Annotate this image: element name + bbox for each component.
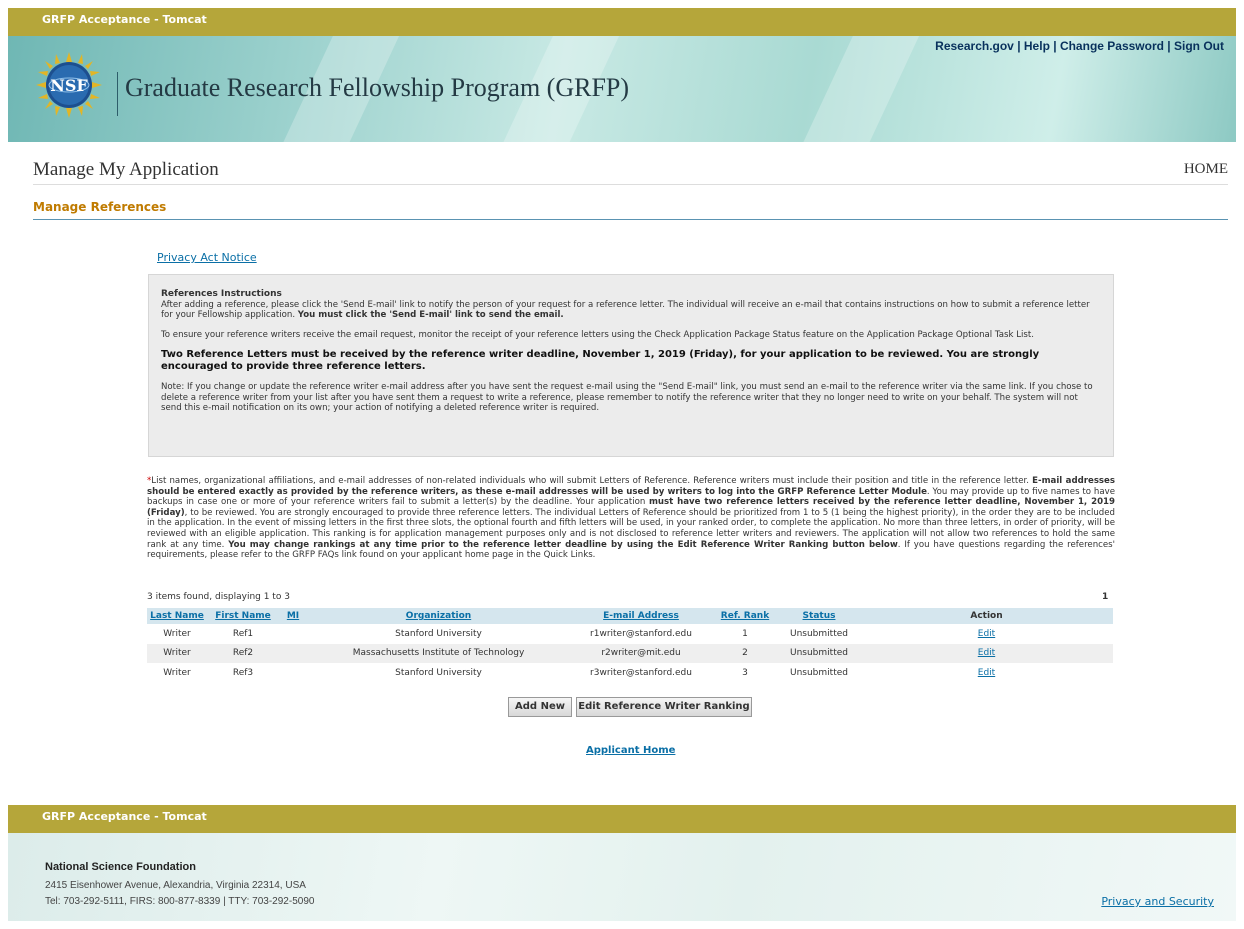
environment-bar-top: GRFP Acceptance - Tomcat bbox=[8, 8, 1236, 36]
logo-text: NSF bbox=[50, 76, 88, 95]
divider bbox=[33, 184, 1228, 185]
column-header-last-name[interactable]: Last Name bbox=[147, 608, 207, 624]
column-header-email[interactable]: E-mail Address bbox=[570, 608, 712, 624]
page-number[interactable]: 1 bbox=[1102, 592, 1108, 602]
cell-mi bbox=[279, 624, 307, 644]
cell-ref-rank: 3 bbox=[742, 667, 748, 678]
cell-action: Edit bbox=[860, 643, 1113, 663]
table-row: Writer Ref2 Massachusetts Institute of T… bbox=[147, 643, 1113, 663]
cell-last-name: Writer bbox=[163, 667, 191, 678]
footer-phones: Tel: 703-292-5111, FIRS: 800-877-8339 | … bbox=[45, 896, 315, 907]
instructions-paragraph-1: After adding a reference, please click t… bbox=[161, 299, 1090, 321]
cell-organization: Stanford University bbox=[395, 628, 482, 639]
cell-ref-rank: 2 bbox=[712, 643, 778, 663]
footer: National Science Foundation 2415 Eisenho… bbox=[8, 833, 1236, 921]
divider bbox=[33, 219, 1228, 220]
sign-out-link[interactable]: Sign Out bbox=[1174, 39, 1224, 53]
footer-org-name: National Science Foundation bbox=[45, 861, 196, 873]
items-count: 3 items found, displaying 1 to 3 bbox=[147, 592, 290, 602]
column-header-action: Action bbox=[860, 608, 1113, 624]
edit-link[interactable]: Edit bbox=[978, 668, 995, 678]
cell-email: r3writer@stanford.edu bbox=[590, 667, 692, 678]
page-title: Manage My Application bbox=[33, 159, 219, 180]
help-link[interactable]: Help bbox=[1024, 39, 1050, 53]
cell-status: Unsubmitted bbox=[790, 667, 848, 678]
logo-divider bbox=[117, 72, 118, 116]
applicant-home-link[interactable]: Applicant Home bbox=[586, 745, 675, 756]
home-link[interactable]: HOME bbox=[1184, 161, 1228, 178]
footer-street: 2415 Eisenhower Avenue, Alexandria, Virg… bbox=[45, 880, 306, 891]
cell-email: r1writer@stanford.edu bbox=[590, 628, 692, 639]
instructions-deadline-notice: Two Reference Letters must be received b… bbox=[161, 349, 1040, 372]
header-banner: Research.gov | Help | Change Password | … bbox=[8, 36, 1236, 142]
nsf-logo[interactable]: NSF bbox=[36, 52, 102, 118]
cell-organization: Stanford University bbox=[395, 667, 482, 678]
cell-first-name: Ref3 bbox=[232, 667, 254, 678]
environment-label: GRFP Acceptance - Tomcat bbox=[42, 13, 207, 26]
environment-bar-bottom: GRFP Acceptance - Tomcat bbox=[8, 805, 1236, 833]
column-header-status[interactable]: Status bbox=[778, 608, 860, 624]
column-header-organization[interactable]: Organization bbox=[307, 608, 570, 624]
references-description: *List names, organizational affiliations… bbox=[147, 476, 1116, 561]
privacy-security-link[interactable]: Privacy and Security bbox=[1101, 895, 1214, 908]
top-nav: Research.gov | Help | Change Password | … bbox=[935, 39, 1224, 53]
change-password-link[interactable]: Change Password bbox=[1060, 39, 1164, 53]
cell-email: r2writer@mit.edu bbox=[570, 643, 712, 663]
add-new-button[interactable]: Add New bbox=[508, 697, 572, 717]
cell-mi bbox=[279, 663, 307, 683]
cell-first-name: Ref1 bbox=[232, 628, 254, 639]
edit-link[interactable]: Edit bbox=[978, 629, 995, 639]
edit-link[interactable]: Edit bbox=[978, 648, 995, 658]
column-header-mi[interactable]: MI bbox=[279, 608, 307, 624]
cell-status: Unsubmitted bbox=[778, 643, 860, 663]
table-row: Writer Ref3 Stanford University r3writer… bbox=[147, 663, 1113, 683]
table-header-row: Last Name First Name MI Organization E-m… bbox=[147, 608, 1113, 624]
research-gov-link[interactable]: Research.gov bbox=[935, 39, 1014, 53]
references-instructions-box: References Instructions After adding a r… bbox=[148, 274, 1114, 457]
cell-first-name: Ref2 bbox=[207, 643, 279, 663]
cell-ref-rank: 1 bbox=[742, 628, 748, 639]
cell-last-name: Writer bbox=[163, 628, 191, 639]
cell-action: Edit bbox=[860, 624, 1113, 644]
site-title: Graduate Research Fellowship Program (GR… bbox=[125, 73, 630, 102]
section-title: Manage References bbox=[33, 200, 167, 214]
column-header-first-name[interactable]: First Name bbox=[207, 608, 279, 624]
table-row: Writer Ref1 Stanford University r1writer… bbox=[147, 624, 1113, 644]
cell-organization: Massachusetts Institute of Technology bbox=[307, 643, 570, 663]
cell-action: Edit bbox=[860, 663, 1113, 683]
cell-mi bbox=[279, 643, 307, 663]
instructions-note: Note: If you change or update the refere… bbox=[161, 382, 1093, 413]
instructions-paragraph-2: To ensure your reference writers receive… bbox=[161, 329, 1034, 340]
environment-label: GRFP Acceptance - Tomcat bbox=[42, 810, 207, 823]
cell-last-name: Writer bbox=[147, 643, 207, 663]
references-table: Last Name First Name MI Organization E-m… bbox=[147, 608, 1113, 683]
edit-ranking-button[interactable]: Edit Reference Writer Ranking bbox=[576, 697, 752, 717]
instructions-title: References Instructions bbox=[161, 289, 282, 299]
privacy-act-notice-link[interactable]: Privacy Act Notice bbox=[157, 251, 257, 264]
column-header-ref-rank[interactable]: Ref. Rank bbox=[712, 608, 778, 624]
footer-address: 2415 Eisenhower Avenue, Alexandria, Virg… bbox=[45, 878, 314, 910]
cell-status: Unsubmitted bbox=[790, 628, 848, 639]
